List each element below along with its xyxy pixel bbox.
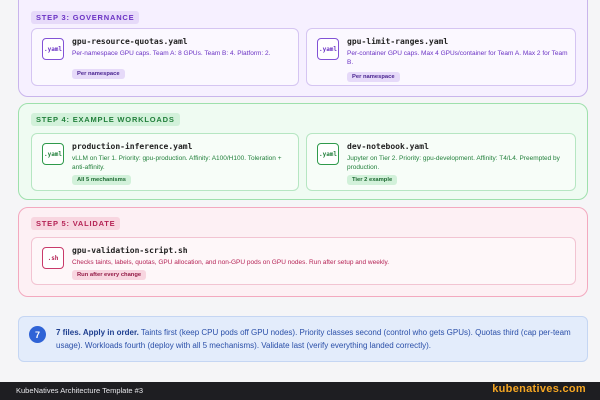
- file-description: Jupyter on Tier 2. Priority: gpu-develop…: [347, 155, 560, 171]
- file-description: Per-container GPU caps. Max 4 GPUs/conta…: [347, 50, 568, 66]
- yaml-file-icon: .yaml: [42, 143, 64, 165]
- file-name: gpu-validation-script.sh: [72, 246, 188, 255]
- yaml-file-icon: .yaml: [42, 38, 64, 60]
- file-card-gpu-limit-ranges[interactable]: .yaml gpu-limit-ranges.yaml Per-containe…: [306, 28, 576, 86]
- file-tag: Per namespace: [347, 72, 400, 82]
- file-tag: Per namespace: [72, 69, 125, 79]
- step-4-example-workloads-panel: STEP 4: EXAMPLE WORKLOADS .yaml producti…: [18, 103, 588, 200]
- file-card-gpu-validation-script[interactable]: .sh gpu-validation-script.sh Checks tain…: [31, 237, 576, 285]
- yaml-file-icon: .yaml: [317, 38, 339, 60]
- file-card-production-inference[interactable]: .yaml production-inference.yaml vLLM on …: [31, 133, 299, 191]
- file-card-dev-notebook[interactable]: .yaml dev-notebook.yaml Jupyter on Tier …: [306, 133, 576, 191]
- step-4-label: STEP 4: EXAMPLE WORKLOADS: [31, 113, 180, 126]
- brand-link[interactable]: kubenatives.com: [492, 383, 586, 395]
- file-description: Checks taints, labels, quotas, GPU alloc…: [72, 259, 390, 266]
- summary-text: 7 files. Apply in order. Taints first (k…: [56, 326, 576, 352]
- file-tag: Run after every change: [72, 270, 147, 280]
- footer-bar: KubeNatives Architecture Template #3 kub…: [0, 382, 600, 400]
- file-card-gpu-resource-quotas[interactable]: .yaml gpu-resource-quotas.yaml Per-names…: [31, 28, 299, 86]
- file-description: vLLM on Tier 1. Priority: gpu-production…: [72, 155, 282, 171]
- step-3-governance-panel: STEP 3: GOVERNANCE .yaml gpu-resource-qu…: [18, 0, 588, 97]
- file-tag: Tier 2 example: [347, 175, 398, 185]
- file-tag: All 5 mechanisms: [72, 175, 131, 185]
- step-3-label: STEP 3: GOVERNANCE: [31, 11, 140, 24]
- summary-callout: 7 7 files. Apply in order. Taints first …: [18, 316, 588, 362]
- yaml-file-icon: .yaml: [317, 143, 339, 165]
- file-name: gpu-limit-ranges.yaml: [347, 37, 449, 46]
- summary-lead: 7 files. Apply in order.: [56, 328, 139, 337]
- file-count-badge: 7: [29, 326, 46, 343]
- step-5-validate-panel: STEP 5: VALIDATE .sh gpu-validation-scri…: [18, 207, 588, 297]
- file-name: gpu-resource-quotas.yaml: [72, 37, 188, 46]
- shell-file-icon: .sh: [42, 247, 64, 269]
- file-description: Per-namespace GPU caps. Team A: 8 GPUs. …: [72, 50, 271, 57]
- file-name: dev-notebook.yaml: [347, 142, 429, 151]
- file-name: production-inference.yaml: [72, 142, 193, 151]
- template-title: KubeNatives Architecture Template #3: [16, 386, 144, 395]
- step-5-label: STEP 5: VALIDATE: [31, 217, 121, 230]
